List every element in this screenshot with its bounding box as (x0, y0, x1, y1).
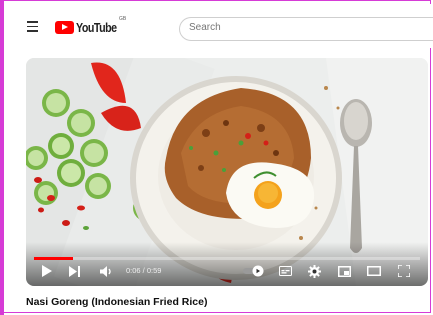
search-input[interactable] (189, 22, 419, 33)
subtitles-button[interactable] (277, 263, 293, 279)
play-icon (41, 265, 52, 277)
play-button[interactable] (38, 263, 54, 279)
video-title: Nasi Goreng (Indonesian Fried Rice) (26, 296, 208, 308)
theater-icon (367, 266, 381, 276)
logo-text: YouTube (76, 19, 117, 35)
settings-icon (307, 264, 321, 278)
next-button[interactable] (67, 263, 83, 279)
video-player[interactable]: 0:06 / 0:59 (26, 58, 428, 286)
autoplay-toggle-icon (243, 265, 264, 277)
autoplay-toggle[interactable] (242, 263, 266, 279)
progress-bar[interactable] (34, 257, 420, 260)
youtube-logo-icon (55, 20, 74, 34)
progress-fill (34, 257, 74, 260)
youtube-logo[interactable]: YouTube GB (55, 16, 127, 35)
volume-icon (99, 265, 111, 277)
next-icon (69, 265, 80, 277)
miniplayer-icon (337, 265, 351, 277)
miniplayer-button[interactable] (336, 263, 352, 279)
settings-button[interactable] (306, 263, 322, 279)
subtitles-icon (278, 266, 292, 276)
menu-icon[interactable] (27, 21, 38, 32)
fullscreen-button[interactable] (396, 263, 412, 279)
fullscreen-icon (398, 265, 410, 277)
time-display: 0:06 / 0:59 (126, 266, 162, 275)
theater-mode-button[interactable] (366, 263, 382, 279)
country-code: GB (119, 16, 127, 22)
masthead: YouTube GB (4, 4, 433, 48)
search-box (179, 17, 433, 41)
mute-button[interactable] (98, 263, 114, 279)
